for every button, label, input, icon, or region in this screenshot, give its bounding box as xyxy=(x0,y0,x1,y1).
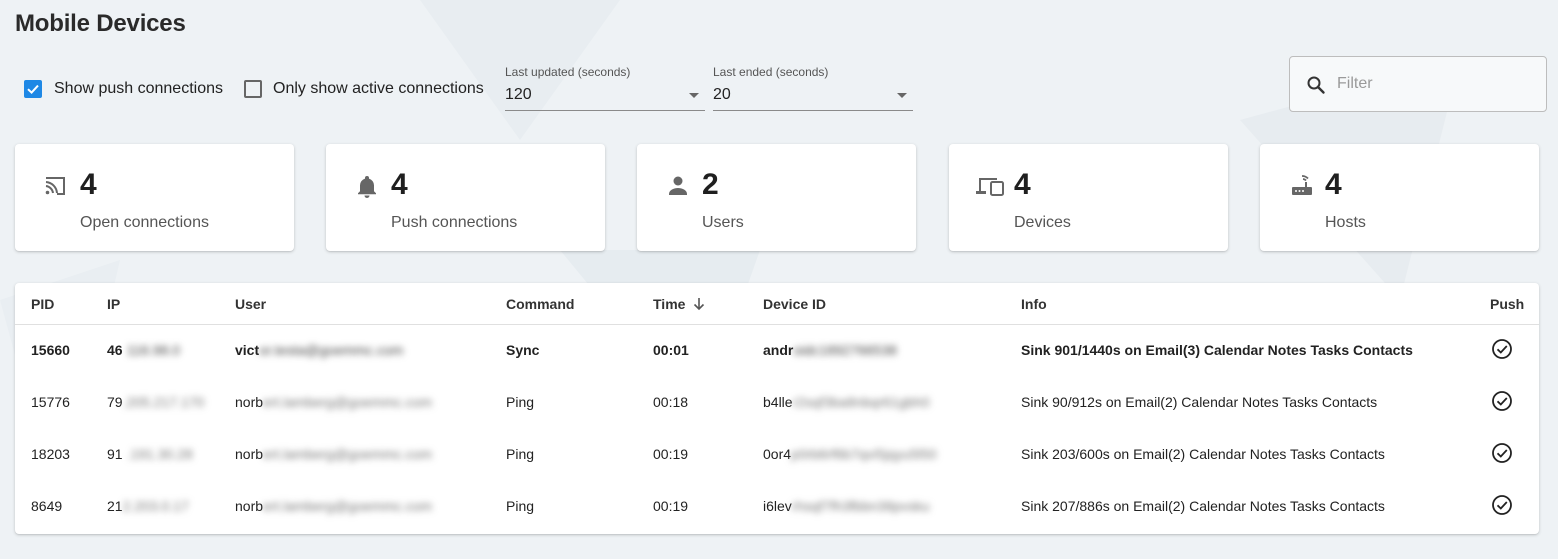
last-ended-value: 20 xyxy=(713,86,731,103)
table-row[interactable]: 15660 46 116.98.0 victor.testa@goemmc.com… xyxy=(15,325,1539,377)
show-push-checkbox[interactable]: Show push connections xyxy=(24,80,223,98)
bell-icon xyxy=(356,174,378,203)
stat-value: 4 xyxy=(1014,168,1031,201)
check-circle-icon xyxy=(1491,442,1513,469)
cell-time: 00:18 xyxy=(653,394,689,410)
column-header-pid[interactable]: PID xyxy=(31,296,54,312)
dropdown-arrow-icon xyxy=(689,93,699,98)
filter-input[interactable] xyxy=(1335,67,1535,101)
cell-user: norbert.lamberg@goemmc.com xyxy=(235,446,433,462)
column-header-push[interactable]: Push xyxy=(1490,296,1524,312)
sort-arrow-down-icon xyxy=(693,297,705,314)
cell-user: victor.testa@goemmc.com xyxy=(235,342,404,358)
router-icon xyxy=(1290,174,1314,203)
cast-icon xyxy=(43,174,67,203)
stat-card-push-connections: 4 Push connections xyxy=(326,144,605,251)
column-header-ip[interactable]: IP xyxy=(107,296,120,312)
cell-device-id: b4ller2sqf3ba8nbqr61gbh0 xyxy=(763,394,930,410)
cell-command: Ping xyxy=(506,446,535,462)
stat-card-hosts: 4 Hosts xyxy=(1260,144,1539,251)
column-header-time[interactable]: Time xyxy=(653,296,705,314)
stat-value: 2 xyxy=(702,168,719,201)
column-header-user[interactable]: User xyxy=(235,296,266,312)
last-updated-value: 120 xyxy=(505,86,532,103)
cell-user: norbert.lamberg@goemmc.com xyxy=(235,394,433,410)
check-circle-icon xyxy=(1491,494,1513,521)
cell-ip: 79.205.217.170 xyxy=(107,394,205,410)
table-row[interactable]: 15776 79.205.217.170 norbert.lamberg@goe… xyxy=(15,377,1539,429)
cell-pid: 15776 xyxy=(31,394,70,410)
cell-time: 00:01 xyxy=(653,342,689,358)
cell-pid: 15660 xyxy=(31,342,70,358)
person-icon xyxy=(667,174,689,203)
column-header-time-label: Time xyxy=(653,296,686,312)
cell-pid: 18203 xyxy=(31,446,70,462)
show-push-label: Show push connections xyxy=(54,80,223,97)
stat-value: 4 xyxy=(80,168,97,201)
cell-user: norbert.lamberg@goemmc.com xyxy=(235,498,433,514)
connections-table: PID IP User Command Time Device ID Info … xyxy=(15,283,1539,534)
check-circle-icon xyxy=(1491,390,1513,417)
column-header-device-id[interactable]: Device ID xyxy=(763,296,826,312)
checkbox-unchecked-icon xyxy=(244,80,262,98)
stat-card-users: 2 Users xyxy=(637,144,916,251)
table-row[interactable]: 18203 91.191.30.28 norbert.lamberg@goemm… xyxy=(15,429,1539,481)
cell-time: 00:19 xyxy=(653,446,689,462)
stat-card-devices: 4 Devices xyxy=(949,144,1228,251)
cell-ip: 91.191.30.28 xyxy=(107,446,193,462)
stat-label: Push connections xyxy=(391,214,518,231)
stat-label: Devices xyxy=(1014,214,1071,231)
column-header-info[interactable]: Info xyxy=(1021,296,1047,312)
last-ended-caption: Last ended (seconds) xyxy=(713,65,829,79)
stat-value: 4 xyxy=(391,168,408,201)
last-updated-select[interactable]: Last updated (seconds) 120 xyxy=(505,62,705,111)
cell-device-id: androidc1892766538 xyxy=(763,342,897,358)
cell-info: Sink 90/912s on Email(2) Calendar Notes … xyxy=(1021,394,1378,410)
table-header: PID IP User Command Time Device ID Info … xyxy=(15,283,1539,325)
only-active-checkbox[interactable]: Only show active connections xyxy=(244,80,484,98)
only-active-label: Only show active connections xyxy=(273,80,484,97)
cell-device-id: i6levrhsqf7fh3fbbn38pvsku xyxy=(763,498,930,514)
stat-label: Users xyxy=(702,214,744,231)
cell-ip: 46 116.98.0 xyxy=(107,342,181,358)
table-row[interactable]: 8649 212.203.0.17 norbert.lamberg@goemmc… xyxy=(15,481,1539,533)
search-icon xyxy=(1306,75,1326,100)
stat-value: 4 xyxy=(1325,168,1342,201)
stat-label: Hosts xyxy=(1325,214,1366,231)
cell-time: 00:19 xyxy=(653,498,689,514)
cell-info: Sink 203/600s on Email(2) Calendar Notes… xyxy=(1021,446,1385,462)
cell-info: Sink 901/1440s on Email(3) Calendar Note… xyxy=(1021,342,1413,358)
cell-info: Sink 207/886s on Email(2) Calendar Notes… xyxy=(1021,498,1385,514)
devices-icon xyxy=(975,174,1005,203)
cell-pid: 8649 xyxy=(31,498,63,514)
cell-command: Sync xyxy=(506,342,540,358)
cell-command: Ping xyxy=(506,498,535,514)
filter-field[interactable] xyxy=(1289,56,1547,112)
last-ended-select[interactable]: Last ended (seconds) 20 xyxy=(713,62,913,111)
checkbox-checked-icon xyxy=(24,80,42,98)
check-circle-icon xyxy=(1491,338,1513,365)
page-title: Mobile Devices xyxy=(15,10,186,37)
dropdown-arrow-icon xyxy=(897,93,907,98)
last-updated-caption: Last updated (seconds) xyxy=(505,65,631,79)
column-header-command[interactable]: Command xyxy=(506,296,574,312)
cell-device-id: 0or4p0rb6rf6b7qvi5jqyu5l50 xyxy=(763,446,937,462)
cell-ip: 212.203.0.17 xyxy=(107,498,189,514)
stat-label: Open connections xyxy=(80,214,209,231)
cell-command: Ping xyxy=(506,394,535,410)
stat-card-open-connections: 4 Open connections xyxy=(15,144,294,251)
